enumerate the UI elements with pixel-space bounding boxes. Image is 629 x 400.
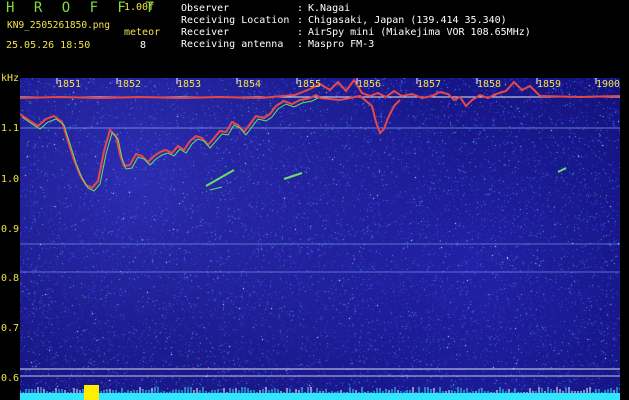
baseline-band bbox=[20, 393, 620, 400]
x-tick-label: 1856 bbox=[357, 79, 382, 90]
antenna-colon: : bbox=[297, 39, 304, 50]
baseline-noise bbox=[20, 387, 618, 393]
spectrogram-overlay bbox=[20, 78, 620, 400]
receiver-value: AirSpy mini (Miakejima VOR 108.65MHz) bbox=[308, 27, 531, 38]
frequency-gridlines bbox=[20, 127, 620, 377]
meteor-echo bbox=[283, 172, 303, 180]
x-tick-label: 1858 bbox=[477, 79, 502, 90]
observer-label: Observer bbox=[181, 3, 230, 14]
observer-colon: : bbox=[297, 3, 304, 14]
meteor-label: meteor bbox=[124, 27, 161, 38]
spectrogram bbox=[20, 78, 620, 400]
location-value: Chigasaki, Japan (139.414 35.340) bbox=[308, 15, 507, 26]
y-tick-label: 0.9 bbox=[1, 224, 20, 235]
meteor-echo bbox=[209, 186, 223, 191]
y-axis-unit: kHz bbox=[1, 73, 20, 84]
x-tick-label: 1859 bbox=[537, 79, 562, 90]
y-tick-label: 1.1 bbox=[1, 123, 20, 134]
y-tick-label: 0.7 bbox=[1, 323, 20, 334]
y-tick-label: 0.8 bbox=[1, 273, 20, 284]
x-tick-label: 1854 bbox=[237, 79, 262, 90]
doppler-trace-red bbox=[20, 93, 401, 190]
antenna-label: Receiving antenna bbox=[181, 39, 284, 50]
file-name: KN9_2505261850.png bbox=[7, 20, 110, 31]
location-label: Receiving Location bbox=[181, 15, 290, 26]
meteor-count: 8 bbox=[140, 40, 147, 51]
x-tick-label: 1852 bbox=[117, 79, 142, 90]
timestamp: 25.05.26 18:50 bbox=[6, 40, 91, 51]
receiver-colon: : bbox=[297, 27, 304, 38]
observer-value: K.Nagai bbox=[308, 3, 351, 14]
receiver-label: Receiver bbox=[181, 27, 230, 38]
hrofft-window: H R O F F T 1.00f KN9_2505261850.png met… bbox=[0, 0, 629, 400]
y-tick-label: 1.0 bbox=[1, 174, 20, 185]
noise-burst bbox=[84, 385, 99, 400]
y-tick-label: 0.6 bbox=[1, 373, 20, 384]
x-tick-label: 1900 bbox=[596, 79, 621, 90]
x-tick-label: 1855 bbox=[297, 79, 322, 90]
meteor-echo bbox=[205, 169, 235, 187]
meteor-echo bbox=[557, 167, 567, 173]
location-colon: : bbox=[297, 15, 304, 26]
version-label: 1.00f bbox=[124, 2, 155, 13]
x-tick-label: 1851 bbox=[57, 79, 82, 90]
x-tick-label: 1853 bbox=[177, 79, 202, 90]
antenna-value: Maspro FM-3 bbox=[308, 39, 375, 50]
x-tick-label: 1857 bbox=[417, 79, 442, 90]
doppler-trace-green bbox=[21, 97, 319, 192]
